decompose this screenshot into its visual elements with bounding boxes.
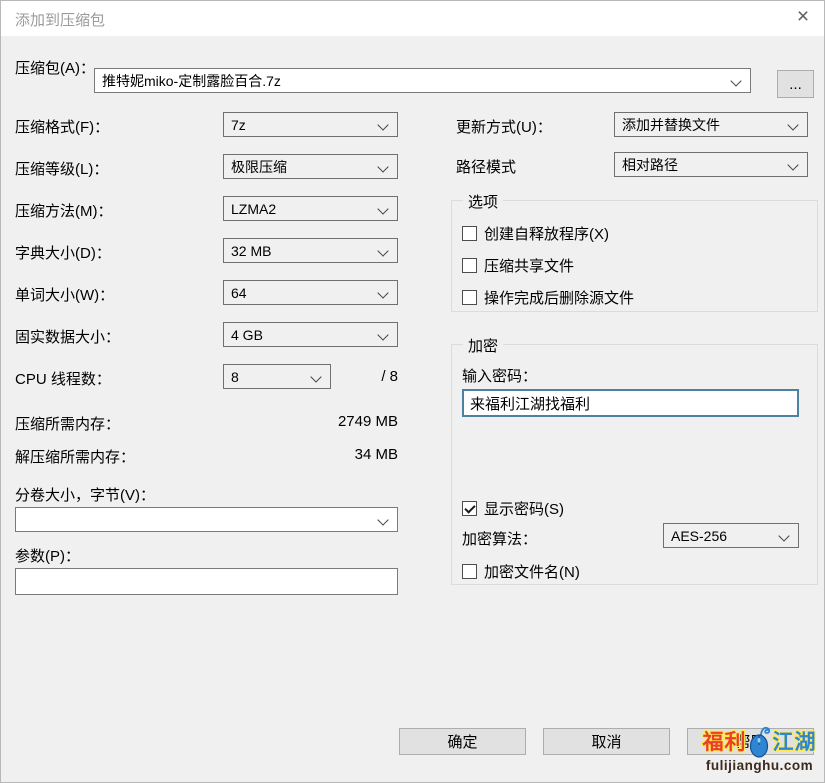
compress-memory-label: 压缩所需内存：: [15, 413, 120, 434]
cpu-threads-label: CPU 线程数：: [15, 368, 111, 389]
word-size-label: 单词大小(W)：: [15, 284, 114, 305]
compress-shared-label: 压缩共享文件: [484, 255, 574, 276]
browse-button[interactable]: ...: [777, 70, 814, 98]
delete-after-label: 操作完成后删除源文件: [484, 287, 634, 308]
watermark-url: fulijianghu.com: [693, 759, 825, 773]
dictionary-combobox[interactable]: 32 MB: [223, 238, 398, 263]
delete-after-checkbox[interactable]: [462, 290, 477, 305]
update-mode-combobox[interactable]: 添加并替换文件: [614, 112, 808, 137]
browse-button-label: ...: [789, 76, 802, 93]
path-mode-label: 路径模式: [456, 156, 516, 177]
cancel-button[interactable]: 取消: [543, 728, 670, 755]
solid-size-label: 固实数据大小：: [15, 326, 120, 347]
parameters-input[interactable]: [15, 568, 398, 595]
create-sfx-checkbox[interactable]: [462, 226, 477, 241]
password-input[interactable]: [462, 389, 799, 417]
encryption-method-value: AES-256: [671, 528, 727, 544]
encrypt-filenames-checkbox-row[interactable]: 加密文件名(N): [462, 561, 580, 582]
dictionary-label: 字典大小(D)：: [15, 242, 111, 263]
update-mode-label: 更新方式(U)：: [456, 116, 552, 137]
add-to-archive-dialog: 添加到压缩包 × 压缩包(A)： 推特妮miko-定制露脸百合.7z ... 压…: [0, 0, 825, 783]
path-mode-value: 相对路径: [622, 155, 678, 175]
encrypt-filenames-checkbox[interactable]: [462, 564, 477, 579]
volume-size-label: 分卷大小，字节(V)：: [15, 484, 155, 505]
word-size-combobox[interactable]: 64: [223, 280, 398, 305]
solid-size-value: 4 GB: [231, 327, 263, 343]
parameters-label: 参数(P)：: [15, 545, 80, 566]
encrypt-filenames-label: 加密文件名(N): [484, 561, 580, 582]
level-label: 压缩等级(L)：: [15, 158, 108, 179]
cancel-button-label: 取消: [591, 731, 621, 752]
solid-size-combobox[interactable]: 4 GB: [223, 322, 398, 347]
method-combobox[interactable]: LZMA2: [223, 196, 398, 221]
word-size-value: 64: [231, 285, 247, 301]
encryption-group-title: 加密: [463, 335, 503, 356]
options-group-title: 选项: [463, 191, 503, 212]
delete-after-checkbox-row[interactable]: 操作完成后删除源文件: [462, 287, 634, 308]
decompress-memory-value: 34 MB: [281, 446, 398, 463]
password-label: 输入密码：: [462, 365, 537, 386]
watermark-text-row: 福利 江湖: [693, 726, 825, 758]
dialog-title: 添加到压缩包: [15, 9, 105, 30]
watermark-text-left: 福利: [703, 732, 747, 753]
create-sfx-checkbox-row[interactable]: 创建自释放程序(X): [462, 223, 609, 244]
ok-button[interactable]: 确定: [399, 728, 526, 755]
watermark-text-right: 江湖: [773, 732, 817, 753]
level-value: 极限压缩: [231, 157, 287, 177]
compress-shared-checkbox[interactable]: [462, 258, 477, 273]
decompress-memory-label: 解压缩所需内存：: [15, 446, 135, 467]
archive-name-combobox[interactable]: 推特妮miko-定制露脸百合.7z: [94, 68, 751, 93]
close-icon[interactable]: ×: [786, 1, 820, 33]
cpu-threads-combobox[interactable]: 8: [223, 364, 331, 389]
titlebar: 添加到压缩包 ×: [1, 1, 824, 36]
method-value: LZMA2: [231, 201, 276, 217]
create-sfx-label: 创建自释放程序(X): [484, 223, 609, 244]
format-label: 压缩格式(F)：: [15, 116, 109, 137]
encryption-method-combobox[interactable]: AES-256: [663, 523, 799, 548]
update-mode-value: 添加并替换文件: [622, 115, 720, 135]
ok-button-label: 确定: [447, 731, 477, 752]
cpu-threads-value: 8: [231, 369, 239, 385]
show-password-checkbox-row[interactable]: 显示密码(S): [462, 498, 564, 519]
volume-size-combobox[interactable]: [15, 507, 398, 532]
archive-label: 压缩包(A)：: [15, 57, 95, 78]
compress-shared-checkbox-row[interactable]: 压缩共享文件: [462, 255, 574, 276]
archive-name-value: 推特妮miko-定制露脸百合.7z: [102, 71, 281, 91]
compress-memory-value: 2749 MB: [281, 413, 398, 430]
mouse-icon: [748, 726, 772, 758]
watermark-logo: 福利 江湖 fulijianghu.com: [693, 726, 825, 773]
show-password-checkbox[interactable]: [462, 501, 477, 516]
show-password-label: 显示密码(S): [484, 498, 564, 519]
level-combobox[interactable]: 极限压缩: [223, 154, 398, 179]
format-value: 7z: [231, 117, 246, 133]
method-label: 压缩方法(M)：: [15, 200, 113, 221]
path-mode-combobox[interactable]: 相对路径: [614, 152, 808, 177]
cpu-threads-total: / 8: [351, 368, 398, 385]
format-combobox[interactable]: 7z: [223, 112, 398, 137]
dictionary-value: 32 MB: [231, 243, 271, 259]
encryption-method-label: 加密算法：: [462, 528, 537, 549]
